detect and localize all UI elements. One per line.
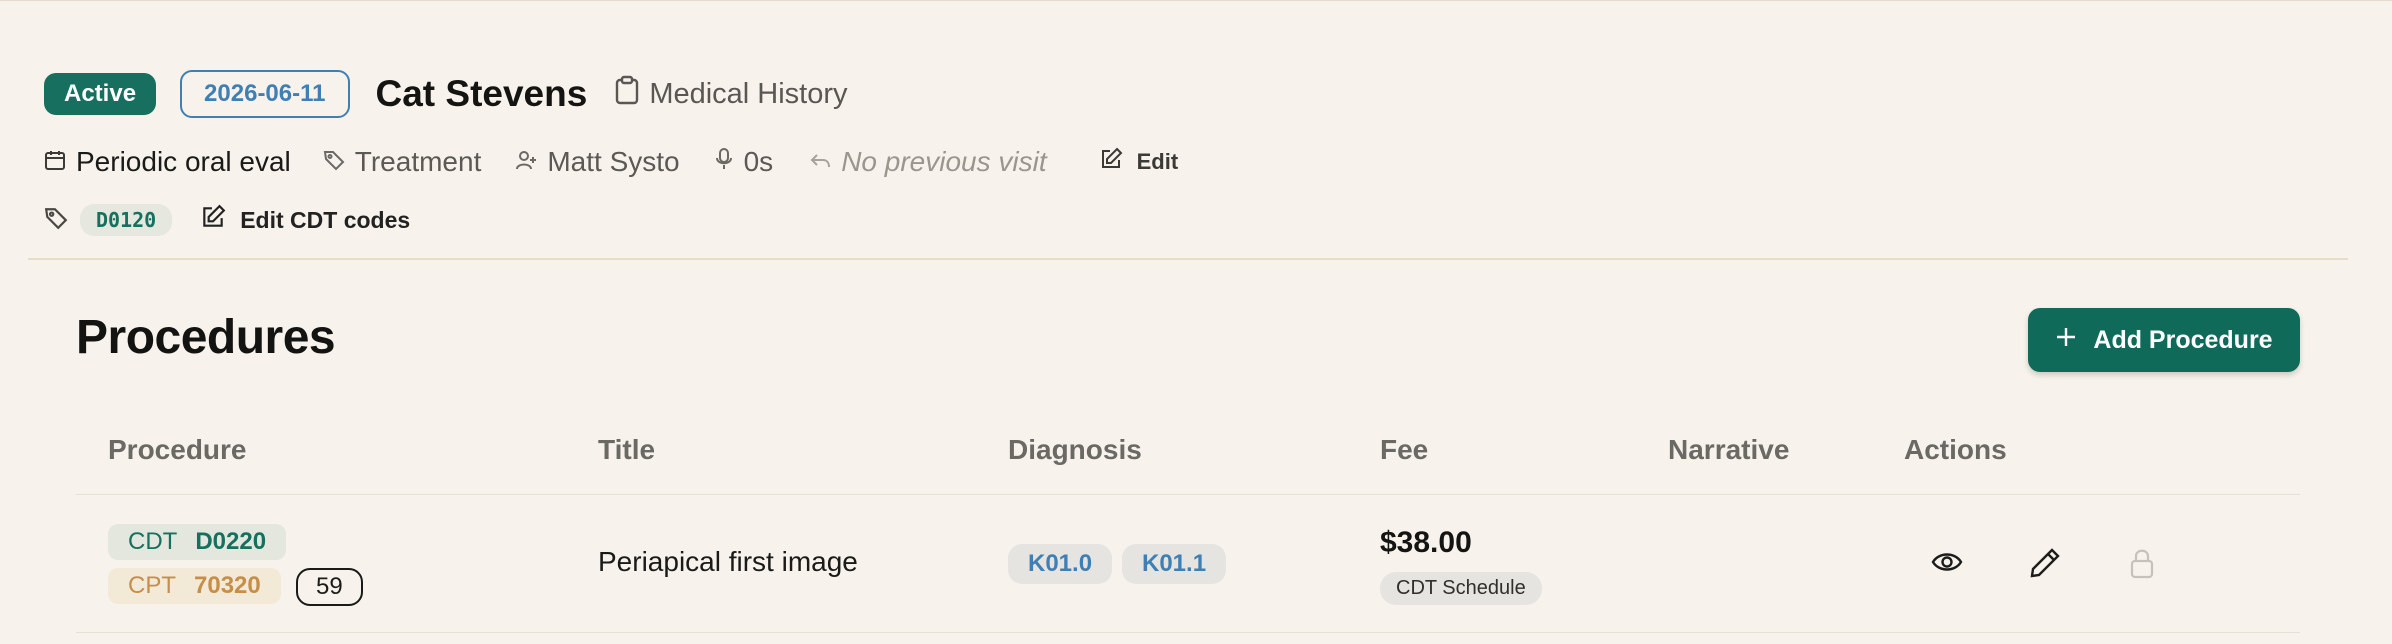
- lock-procedure-button[interactable]: [2128, 546, 2156, 585]
- pencil-icon: [2028, 548, 2062, 584]
- visit-meta: Periodic oral eval Treatment Matt Systo …: [44, 142, 1178, 182]
- medical-history-link[interactable]: Medical History: [615, 75, 848, 113]
- view-procedure-button[interactable]: [1930, 546, 1964, 583]
- tag-icon: [323, 146, 355, 178]
- pencil-square-icon: [200, 204, 240, 236]
- recording-duration: 0s: [714, 146, 774, 178]
- edit-visit-button[interactable]: Edit: [1099, 147, 1179, 177]
- cpt-code: 70320: [194, 572, 261, 599]
- table-row: CDT D0220 CPT 70320 59 Periapical first …: [76, 496, 2300, 633]
- visit-category: Treatment: [323, 146, 482, 178]
- medical-history-label: Medical History: [649, 77, 848, 110]
- add-procedure-button[interactable]: Add Procedure: [2028, 308, 2300, 372]
- previous-visit: No previous visit: [809, 146, 1047, 178]
- procedures-title: Procedures: [76, 311, 336, 364]
- edit-label: Edit: [1136, 149, 1179, 174]
- edit-cdt-label: Edit CDT codes: [240, 206, 411, 233]
- category-label: Treatment: [354, 146, 482, 177]
- diagnosis-chip: K01.1: [1122, 544, 1227, 584]
- section-divider: [28, 258, 2348, 260]
- diagnosis-chip: K01.0: [1008, 544, 1113, 584]
- column-header-procedure: Procedure: [108, 434, 247, 465]
- microphone-icon: [714, 146, 744, 178]
- top-border: [0, 0, 2392, 1]
- plus-icon: [2055, 326, 2093, 355]
- fee-amount: $38.00: [1380, 526, 1472, 559]
- patient-name: Cat Stevens: [375, 73, 588, 114]
- visit-type-label: Periodic oral eval: [76, 146, 291, 177]
- visit-header: Active 2026-06-11 Cat Stevens Medical Hi…: [44, 68, 848, 120]
- quantity-pill: 59: [296, 568, 363, 606]
- column-header-title: Title: [598, 434, 656, 465]
- column-header-fee: Fee: [1380, 434, 1429, 465]
- procedure-title: Periapical first image: [598, 546, 858, 577]
- cdt-code: D0220: [195, 528, 267, 555]
- tag-icon: [44, 206, 68, 235]
- cdt-system-label: CDT: [128, 528, 178, 555]
- undo-arrow-icon: [809, 146, 841, 178]
- user-icon: [515, 146, 547, 178]
- cdt-codes-row: D0120 Edit CDT codes: [44, 202, 410, 238]
- cpt-code-tag: CPT 70320: [108, 568, 281, 604]
- column-header-diagnosis: Diagnosis: [1008, 434, 1142, 465]
- column-header-actions: Actions: [1904, 434, 2007, 465]
- status-badge: Active: [44, 73, 157, 115]
- cdt-code-tag: CDT D0220: [108, 524, 287, 560]
- add-procedure-label: Add Procedure: [2093, 325, 2273, 354]
- duration-label: 0s: [743, 146, 774, 177]
- lock-icon: [2128, 549, 2156, 584]
- date-badge[interactable]: 2026-06-11: [180, 70, 350, 118]
- eye-icon: [1930, 553, 1964, 582]
- calendar-icon: [44, 146, 76, 178]
- fee-schedule-badge: CDT Schedule: [1380, 572, 1542, 605]
- previous-visit-label: No previous visit: [841, 146, 1047, 177]
- clipboard-icon: [615, 75, 649, 113]
- edit-cdt-codes-button[interactable]: Edit CDT codes: [200, 204, 410, 236]
- edit-procedure-button[interactable]: [2028, 546, 2062, 585]
- procedures-table-header: Procedure Title Diagnosis Fee Narrative …: [76, 424, 2300, 495]
- visit-code-chip: D0120: [80, 204, 173, 236]
- visit-type: Periodic oral eval: [44, 146, 291, 178]
- cpt-system-label: CPT: [128, 572, 176, 599]
- column-header-narrative: Narrative: [1668, 434, 1790, 465]
- provider: Matt Systo: [515, 146, 680, 178]
- provider-label: Matt Systo: [547, 146, 680, 177]
- pencil-square-icon: [1099, 147, 1137, 177]
